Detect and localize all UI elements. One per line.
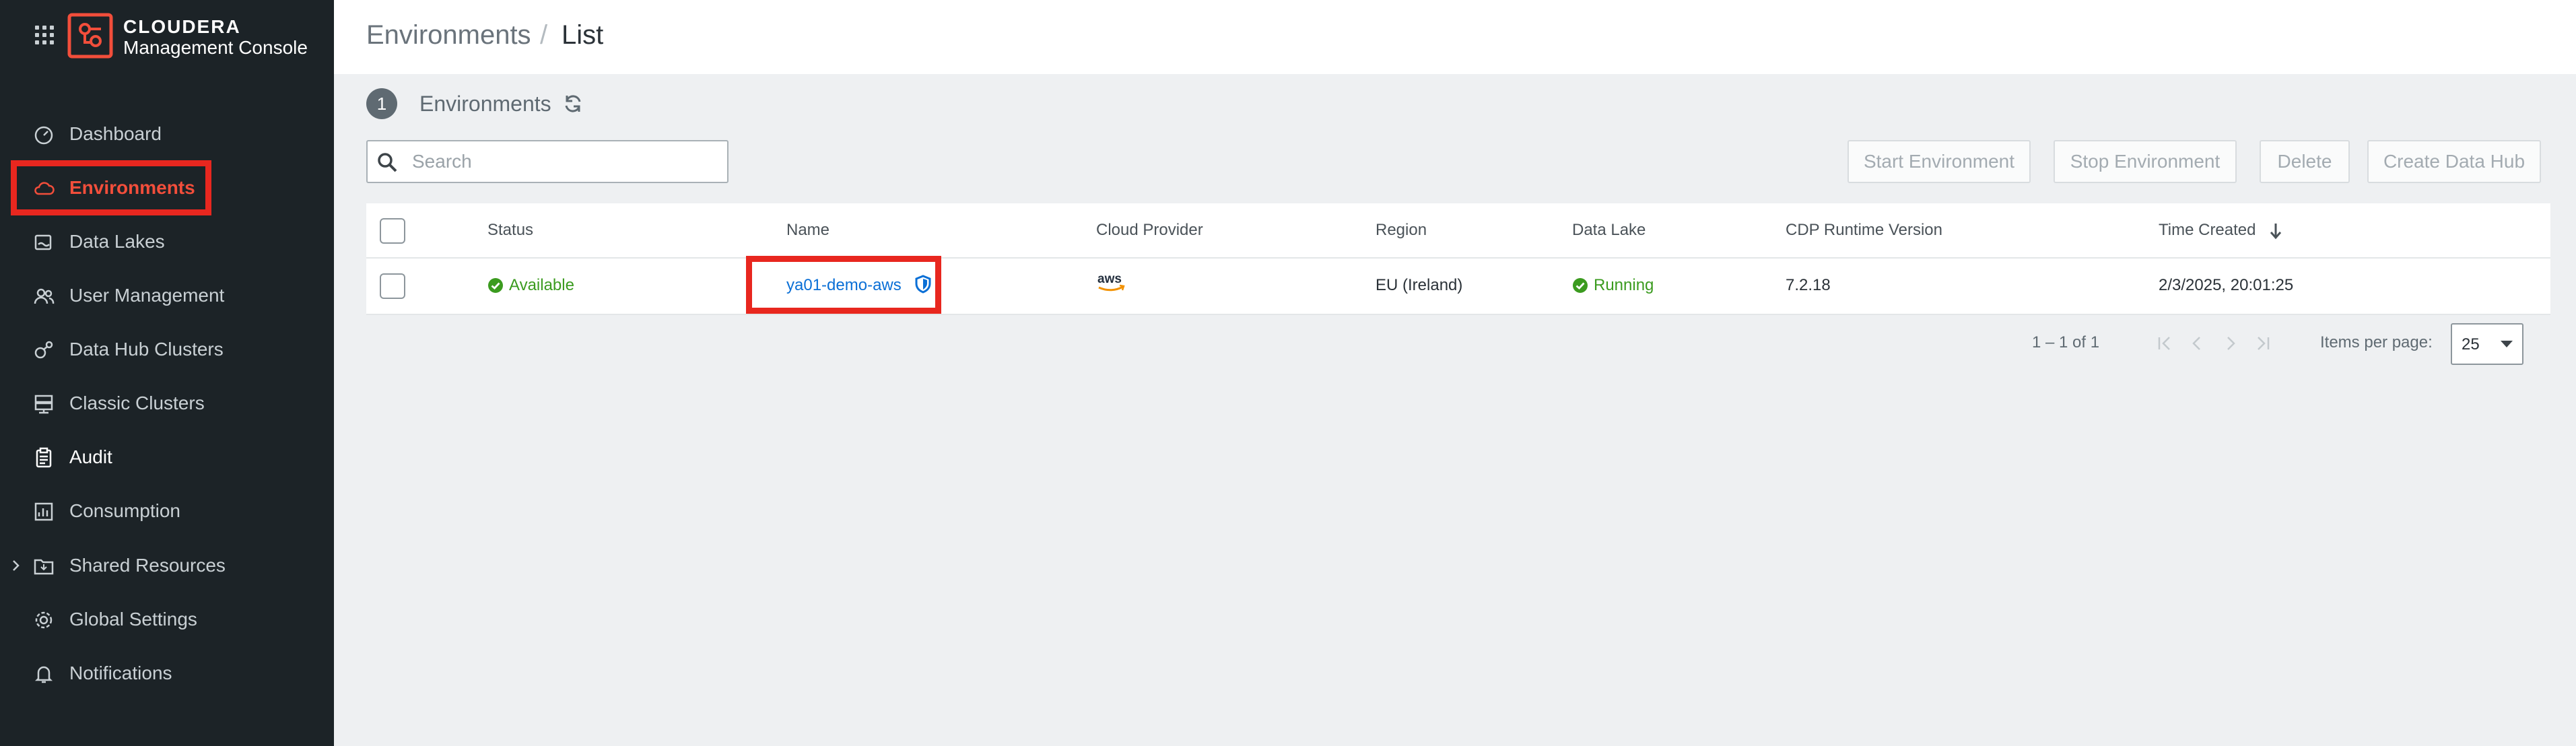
gauge-icon — [32, 123, 55, 146]
delete-button[interactable]: Delete — [2260, 140, 2350, 183]
sort-descending-icon[interactable] — [2268, 221, 2284, 241]
next-page-icon[interactable] — [2219, 332, 2242, 355]
environment-count-badge: 1 — [366, 88, 397, 119]
sidebar-item-environments[interactable]: Environments — [0, 166, 334, 209]
column-header-cloud-provider[interactable]: Cloud Provider — [1096, 221, 1203, 240]
start-environment-button[interactable]: Start Environment — [1848, 140, 2031, 183]
users-icon — [32, 285, 55, 308]
column-header-runtime-version[interactable]: CDP Runtime Version — [1786, 221, 1942, 240]
clipboard-icon — [32, 446, 55, 469]
check-circle-icon — [1573, 278, 1588, 293]
environment-shield-icon — [914, 275, 932, 294]
sidebar-item-classic-clusters[interactable]: Classic Clusters — [0, 382, 334, 425]
app: CLOUDERA Management Console Dashboard En… — [0, 0, 2576, 746]
items-per-page-value: 25 — [2462, 335, 2480, 353]
brand-name: CLOUDERA — [123, 16, 241, 37]
search-input[interactable] — [411, 145, 720, 178]
sidebar-item-label: Consumption — [69, 500, 180, 521]
breadcrumb-separator: / — [540, 20, 548, 50]
folder-icon — [32, 555, 55, 578]
row-checkbox[interactable] — [380, 273, 405, 299]
breadcrumb: Environments / List — [334, 0, 2576, 74]
chevron-right-icon[interactable] — [9, 557, 23, 574]
sidebar: CLOUDERA Management Console Dashboard En… — [0, 0, 334, 746]
search-box — [366, 140, 728, 183]
column-header-status[interactable]: Status — [487, 221, 533, 240]
cloudera-logo — [67, 13, 113, 59]
gear-icon — [32, 609, 55, 632]
previous-page-icon[interactable] — [2185, 332, 2208, 355]
pagination-range: 1 – 1 of 1 — [2032, 333, 2100, 351]
last-page-icon[interactable] — [2251, 332, 2274, 355]
sidebar-item-label: Dashboard — [69, 123, 162, 144]
sidebar-item-notifications[interactable]: Notifications — [0, 652, 334, 695]
brand-header: CLOUDERA Management Console — [0, 0, 334, 74]
data-hub-icon — [32, 339, 55, 362]
table-header-row: Status Name Cloud Provider Region Data L… — [366, 203, 2550, 259]
sidebar-item-audit[interactable]: Audit — [0, 436, 334, 479]
region-cell: EU (Ireland) — [1376, 276, 1463, 294]
main-content: 1 Environments Start Environment Stop En… — [334, 74, 2576, 746]
sidebar-item-data-hub-clusters[interactable]: Data Hub Clusters — [0, 328, 334, 371]
column-header-region[interactable]: Region — [1376, 221, 1427, 240]
section-title: Environments — [419, 92, 551, 116]
data-lake-status-cell: Running — [1572, 276, 1654, 295]
sidebar-item-label: Shared Resources — [69, 555, 226, 576]
sidebar-item-global-settings[interactable]: Global Settings — [0, 598, 334, 641]
runtime-version-cell: 7.2.18 — [1786, 276, 1831, 294]
cloud-icon — [32, 177, 55, 200]
refresh-icon[interactable] — [562, 92, 584, 115]
page-title: List — [562, 20, 604, 50]
sidebar-item-label: Audit — [69, 446, 112, 467]
sidebar-item-user-management[interactable]: User Management — [0, 274, 334, 317]
data-lake-status-text: Running — [1594, 276, 1654, 294]
sidebar-item-label: Data Lakes — [69, 231, 165, 252]
create-data-hub-button[interactable]: Create Data Hub — [2367, 140, 2541, 183]
server-icon — [32, 393, 55, 415]
column-header-name[interactable]: Name — [786, 221, 829, 240]
app-switcher-icon[interactable] — [35, 26, 55, 46]
sidebar-item-consumption[interactable]: Consumption — [0, 489, 334, 533]
caret-down-icon — [2501, 341, 2513, 347]
sidebar-item-label: User Management — [69, 285, 225, 306]
check-circle-icon — [488, 278, 503, 293]
items-per-page-select[interactable]: 25 — [2451, 323, 2523, 365]
aws-logo-text: aws — [1097, 272, 1122, 286]
table-row[interactable]: Available ya01-demo-aws aws EU (Ireland)… — [366, 259, 2550, 315]
sidebar-item-label: Environments — [69, 177, 195, 198]
environment-name-link[interactable]: ya01-demo-aws — [786, 276, 902, 295]
sidebar-item-label: Data Hub Clusters — [69, 339, 224, 360]
brand-subtitle: Management Console — [123, 37, 308, 58]
stop-environment-button[interactable]: Stop Environment — [2054, 140, 2237, 183]
data-lake-icon — [32, 231, 55, 254]
aws-logo-icon: aws — [1096, 271, 1127, 298]
search-icon — [376, 151, 399, 174]
environments-table: Status Name Cloud Provider Region Data L… — [366, 203, 2550, 315]
sidebar-item-dashboard[interactable]: Dashboard — [0, 112, 334, 156]
sidebar-item-label: Classic Clusters — [69, 393, 205, 413]
chart-icon — [32, 500, 55, 523]
sidebar-item-shared-resources[interactable]: Shared Resources — [0, 544, 334, 587]
time-created-cell: 2/3/2025, 20:01:25 — [2159, 276, 2294, 294]
sidebar-item-data-lakes[interactable]: Data Lakes — [0, 220, 334, 263]
bell-icon — [32, 663, 55, 685]
column-header-data-lake[interactable]: Data Lake — [1572, 221, 1646, 240]
shield-icon — [947, 330, 964, 349]
sidebar-item-label: Global Settings — [69, 609, 197, 630]
column-header-time-created[interactable]: Time Created — [2159, 221, 2256, 240]
status-cell: Available — [487, 276, 574, 295]
first-page-icon[interactable] — [2153, 332, 2176, 355]
status-text: Available — [509, 276, 574, 294]
breadcrumb-environments-link[interactable]: Environments — [366, 20, 531, 50]
select-all-checkbox[interactable] — [380, 218, 405, 244]
sidebar-item-label: Notifications — [69, 663, 172, 683]
items-per-page-label: Items per page: — [2320, 333, 2433, 351]
